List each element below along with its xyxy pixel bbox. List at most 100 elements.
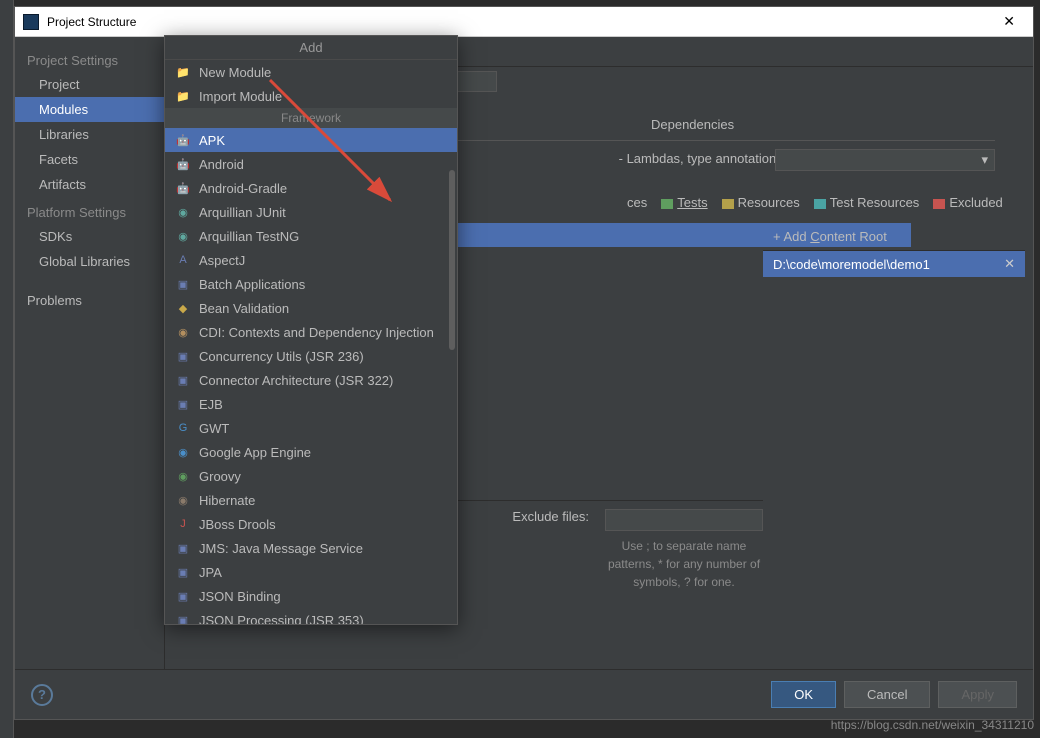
background-strip [0,0,14,738]
framework-icon: ◉ [175,204,191,220]
popup-list: 📁New Module📁Import Module Framework 🤖APK… [165,60,457,624]
framework-icon: ▣ [175,348,191,364]
popup-item[interactable]: 📁New Module [165,60,457,84]
add-content-root-button[interactable]: + Add Content Root [763,223,1025,251]
help-icon[interactable]: ? [31,684,53,706]
popup-item[interactable]: J JBoss Drools [165,512,457,536]
popup-item-label: Google App Engine [199,445,311,460]
framework-icon: 📁 [175,64,191,80]
popup-item[interactable]: AAspectJ [165,248,457,272]
popup-item[interactable]: ◉ Hibernate [165,488,457,512]
content-root-panel: + Add Content Root D:\code\moremodel\dem… [763,223,1025,277]
apply-button[interactable]: Apply [938,681,1017,708]
close-icon[interactable]: ✕ [993,13,1025,30]
framework-icon: J [175,516,191,532]
popup-title: Add [165,36,457,60]
folder-icon [661,199,673,209]
popup-item-label: JMS: Java Message Service [199,541,363,556]
popup-item[interactable]: ▣ JSON Binding [165,584,457,608]
sidebar-item-project[interactable]: Project [15,72,164,97]
popup-item-label: JBoss Drools [199,517,276,532]
framework-icon: ◉ [175,324,191,340]
popup-item[interactable]: ▣ Connector Architecture (JSR 322) [165,368,457,392]
framework-icon: ◉ [175,492,191,508]
framework-icon: A [175,252,191,268]
tab-dependencies[interactable]: Dependencies [647,115,738,134]
cancel-button[interactable]: Cancel [844,681,930,708]
titlebar: Project Structure ✕ [15,7,1033,37]
framework-icon: ▣ [175,276,191,292]
popup-item-label: Groovy [199,469,241,484]
ok-button[interactable]: OK [771,681,836,708]
mark-test-resources[interactable]: Test Resources [814,195,920,210]
popup-item[interactable]: 📁Import Module [165,84,457,108]
popup-item-label: Batch Applications [199,277,305,292]
dialog-footer: ? OK Cancel Apply [15,669,1033,719]
sidebar-item-modules[interactable]: Modules [15,97,164,122]
popup-item-label: CDI: Contexts and Dependency Injection [199,325,434,340]
popup-item-label: JPA [199,565,222,580]
popup-item-label: JSON Binding [199,589,281,604]
language-level-dropdown[interactable]: ▾ [775,149,995,171]
popup-item[interactable]: ▣JPA [165,560,457,584]
dialog-title: Project Structure [47,15,993,29]
popup-item[interactable]: ◉Arquillian JUnit [165,200,457,224]
sidebar-item-sdks[interactable]: SDKs [15,224,164,249]
popup-item-label: Concurrency Utils (JSR 236) [199,349,364,364]
framework-icon: 📁 [175,88,191,104]
sidebar-item-artifacts[interactable]: Artifacts [15,172,164,197]
mark-resources[interactable]: Resources [722,195,800,210]
app-icon [23,14,39,30]
framework-icon: ▣ [175,612,191,624]
popup-item[interactable]: 🤖Android [165,152,457,176]
folder-icon [722,199,734,209]
popup-item[interactable]: ▣ Concurrency Utils (JSR 236) [165,344,457,368]
framework-icon: ◉ [175,228,191,244]
content-root-path: D:\code\moremodel\demo1 [773,257,930,272]
popup-item[interactable]: ▣ Batch Applications [165,272,457,296]
popup-item[interactable]: ◉ Arquillian TestNG [165,224,457,248]
popup-item-label: GWT [199,421,229,436]
mark-excluded[interactable]: Excluded [933,195,1002,210]
framework-icon: 🤖 [175,180,191,196]
content-root-item[interactable]: D:\code\moremodel\demo1 ✕ [763,251,1025,277]
popup-item[interactable]: ◆ Bean Validation [165,296,457,320]
exclude-input[interactable] [605,509,763,531]
sidebar-heading-platform: Platform Settings [15,197,164,224]
framework-icon: ▣ [175,588,191,604]
popup-item-label: Connector Architecture (JSR 322) [199,373,393,388]
popup-item[interactable]: 🤖 Android-Gradle [165,176,457,200]
popup-item-label: Bean Validation [199,301,289,316]
sidebar-item-libraries[interactable]: Libraries [15,122,164,147]
popup-item[interactable]: ▣EJB [165,392,457,416]
popup-item[interactable]: ▣JSON Processing (JSR 353) [165,608,457,624]
sidebar-item-problems[interactable]: Problems [15,288,164,313]
mark-sources-partial[interactable]: ces [627,195,647,210]
popup-item[interactable]: ◉ CDI: Contexts and Dependency Injection [165,320,457,344]
mark-tests[interactable]: Tests [661,195,707,210]
popup-item[interactable]: G GWT [165,416,457,440]
popup-item-label: Arquillian TestNG [199,229,299,244]
watermark: https://blog.csdn.net/weixin_34311210 [831,718,1034,732]
framework-icon: ◆ [175,300,191,316]
framework-icon: ◉ [175,444,191,460]
framework-icon: ▣ [175,396,191,412]
popup-item[interactable]: ◉ Groovy [165,464,457,488]
sidebar-heading-project: Project Settings [15,45,164,72]
popup-item-label: Hibernate [199,493,255,508]
popup-item[interactable]: ▣ JMS: Java Message Service [165,536,457,560]
popup-item[interactable]: ◉ Google App Engine [165,440,457,464]
exclude-hint: Use ; to separate name patterns, * for a… [605,537,763,591]
remove-root-icon[interactable]: ✕ [1004,256,1015,272]
scrollbar[interactable] [449,170,455,350]
framework-icon: ◉ [175,468,191,484]
popup-item-label: Android-Gradle [199,181,287,196]
folder-icon [933,199,945,209]
framework-icon: ▣ [175,540,191,556]
sidebar-item-facets[interactable]: Facets [15,147,164,172]
sidebar-item-global-libraries[interactable]: Global Libraries [15,249,164,274]
popup-item[interactable]: 🤖APK [165,128,457,152]
framework-icon: ▣ [175,372,191,388]
framework-icon: G [175,420,191,436]
popup-item-label: APK [199,133,225,148]
